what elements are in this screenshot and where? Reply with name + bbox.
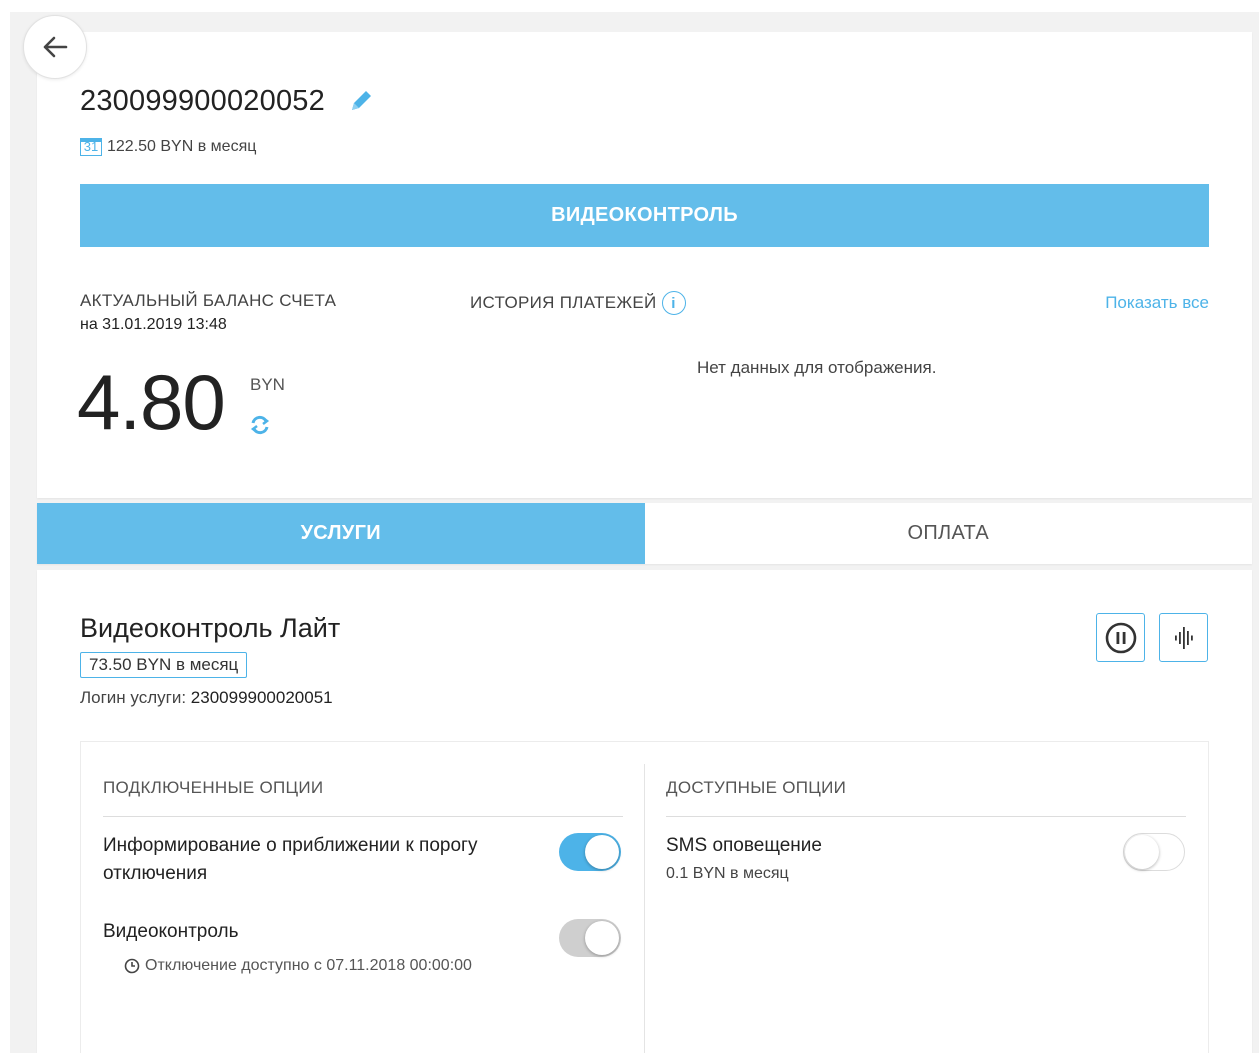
available-options-rule bbox=[666, 816, 1186, 817]
pencil-icon[interactable] bbox=[346, 86, 376, 116]
payment-history-label: ИСТОРИЯ ПЛАТЕЖЕЙ i bbox=[470, 291, 686, 315]
pause-icon bbox=[1105, 622, 1136, 653]
calendar-icon: 31 bbox=[80, 138, 102, 156]
monthly-fee: 31 122.50 BYN в месяц bbox=[80, 138, 256, 156]
audio-wave-icon bbox=[1174, 626, 1193, 649]
balance-label: АКТУАЛЬНЫЙ БАЛАНС СЧЕТА bbox=[80, 291, 337, 310]
info-icon[interactable]: i bbox=[661, 291, 686, 315]
options-divider bbox=[644, 764, 645, 1053]
toggle-knob bbox=[585, 921, 619, 955]
disable-availability-note: Отключение доступно с 07.11.2018 00:00:0… bbox=[124, 957, 472, 975]
service-banner[interactable]: ВИДЕОКОНТРОЛЬ bbox=[80, 184, 1209, 247]
disable-availability-text: Отключение доступно с 07.11.2018 00:00:0… bbox=[145, 957, 472, 974]
show-all-link[interactable]: Показать все bbox=[1105, 293, 1209, 313]
connected-options-rule bbox=[103, 816, 623, 817]
payment-history-text: ИСТОРИЯ ПЛАТЕЖЕЙ bbox=[470, 293, 657, 312]
balance-currency: BYN bbox=[250, 375, 285, 394]
back-button[interactable] bbox=[23, 15, 87, 79]
tab-payment[interactable]: ОПЛАТА bbox=[645, 503, 1253, 564]
account-number: 230099900020052 bbox=[80, 85, 325, 117]
balance-amount: 4.80 bbox=[77, 358, 226, 446]
service-login: Логин услуги: 230099900020051 bbox=[80, 688, 333, 708]
service-card: Видеоконтроль Лайт 73.50 BYN в месяц Лог… bbox=[37, 570, 1252, 1053]
refresh-icon[interactable] bbox=[249, 414, 271, 436]
available-options-title: ДОСТУПНЫЕ ОПЦИИ bbox=[666, 778, 847, 797]
service-login-value: 230099900020051 bbox=[190, 688, 333, 707]
service-login-label: Логин услуги: bbox=[80, 688, 191, 707]
tab-services[interactable]: УСЛУГИ bbox=[37, 503, 645, 564]
top-strip bbox=[0, 0, 1259, 12]
toggle-sms-notification[interactable] bbox=[1123, 833, 1185, 871]
service-price-badge: 73.50 BYN в месяц bbox=[80, 652, 248, 678]
toggle-knob bbox=[1125, 835, 1159, 869]
option-price-sms: 0.1 BYN в месяц bbox=[666, 865, 789, 882]
voice-button[interactable] bbox=[1159, 613, 1208, 662]
arrow-left-icon bbox=[43, 36, 68, 58]
toggle-threshold-notification[interactable] bbox=[559, 833, 621, 871]
service-title: Видеоконтроль Лайт bbox=[80, 613, 341, 643]
balance-date: на 31.01.2019 13:48 bbox=[80, 316, 227, 333]
options-panel: ПОДКЛЮЧЕННЫЕ ОПЦИИ Информирование о приб… bbox=[80, 741, 1209, 1053]
left-strip bbox=[0, 0, 10, 1053]
option-name-videocontrol: Видеоконтроль bbox=[103, 921, 239, 942]
pause-button[interactable] bbox=[1096, 613, 1145, 662]
connected-options-title: ПОДКЛЮЧЕННЫЕ ОПЦИИ bbox=[103, 778, 324, 797]
tabs: УСЛУГИ ОПЛАТА bbox=[37, 503, 1252, 564]
toggle-videocontrol bbox=[559, 919, 621, 957]
option-name-sms: SMS оповещение bbox=[666, 835, 822, 856]
toggle-knob bbox=[585, 835, 619, 869]
account-card: 230099900020052 31 122.50 BYN в месяц ВИ… bbox=[37, 32, 1252, 498]
monthly-fee-text: 122.50 BYN в месяц bbox=[107, 138, 257, 155]
clock-icon bbox=[124, 958, 140, 974]
option-name-threshold: Информирование о приближении к порогу от… bbox=[103, 835, 478, 884]
no-data-message: Нет данных для отображения. bbox=[697, 358, 937, 377]
